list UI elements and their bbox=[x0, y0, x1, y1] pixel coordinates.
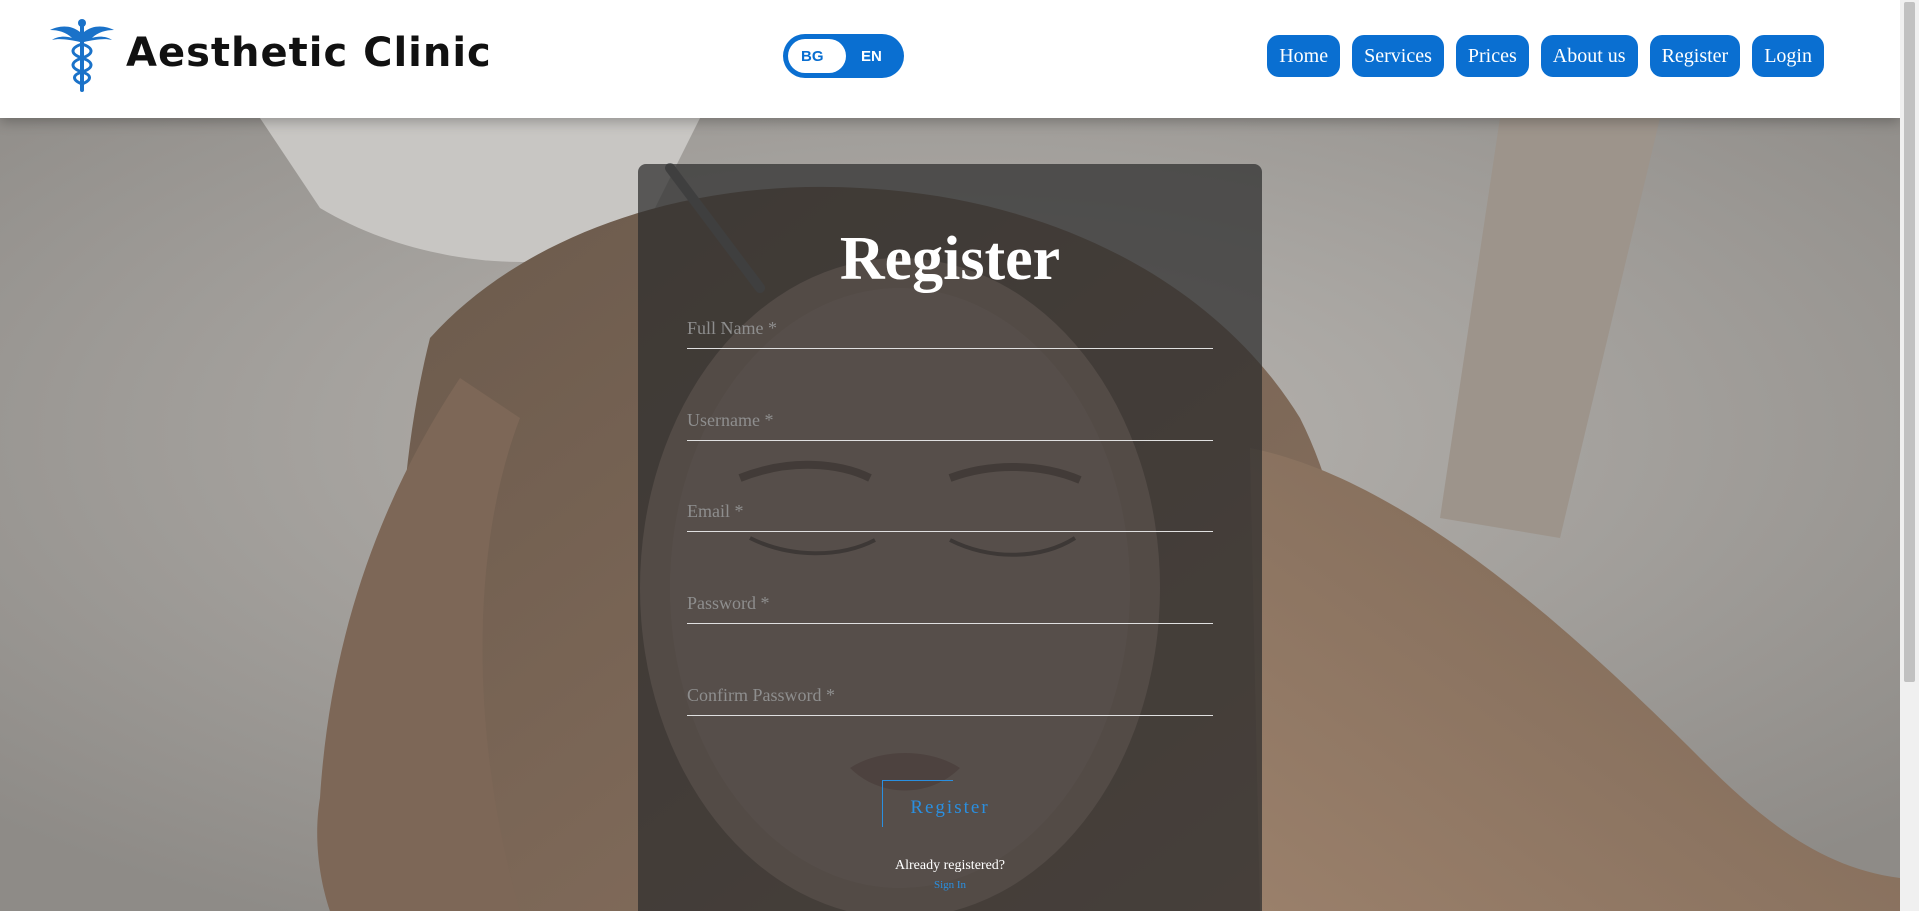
register-submit-button[interactable]: Register bbox=[882, 780, 1018, 826]
caduceus-logo-icon[interactable] bbox=[50, 18, 114, 94]
sign-in-link[interactable]: Sign In bbox=[638, 879, 1262, 891]
main-nav: Home Services Prices About us Register L… bbox=[1267, 35, 1824, 77]
brand-title: Aesthetic Clinic bbox=[126, 30, 492, 76]
nav-about-button[interactable]: About us bbox=[1540, 35, 1638, 77]
nav-services-button[interactable]: Services bbox=[1352, 35, 1444, 77]
language-toggle[interactable]: BG EN bbox=[783, 34, 904, 78]
email-field bbox=[687, 491, 1213, 532]
password-field bbox=[687, 583, 1213, 624]
nav-prices-button[interactable]: Prices bbox=[1455, 35, 1529, 77]
language-option-bg[interactable]: BG bbox=[801, 48, 824, 65]
register-card: Register Register Already registered? Si… bbox=[638, 164, 1262, 911]
register-submit-wrapper: Register bbox=[882, 780, 1018, 827]
register-title: Register bbox=[839, 225, 1061, 293]
username-input[interactable] bbox=[687, 400, 1213, 440]
username-field bbox=[687, 400, 1213, 441]
nav-home-button[interactable]: Home bbox=[1267, 35, 1341, 77]
password-input[interactable] bbox=[687, 583, 1213, 623]
language-option-en[interactable]: EN bbox=[861, 48, 882, 65]
scrollbar-thumb[interactable] bbox=[1904, 2, 1915, 682]
confirm-password-field bbox=[687, 675, 1213, 716]
confirm-password-input[interactable] bbox=[687, 675, 1213, 715]
nav-register-button[interactable]: Register bbox=[1649, 35, 1741, 77]
already-registered-text: Already registered? bbox=[895, 858, 1005, 873]
header: Aesthetic Clinic BG EN Home Services Pri… bbox=[0, 0, 1900, 118]
nav-login-button[interactable]: Login bbox=[1752, 35, 1824, 77]
full-name-field bbox=[687, 308, 1213, 349]
vertical-scrollbar[interactable] bbox=[1900, 0, 1919, 911]
page: Aesthetic Clinic BG EN Home Services Pri… bbox=[0, 0, 1919, 911]
email-input[interactable] bbox=[687, 491, 1213, 531]
full-name-input[interactable] bbox=[687, 308, 1213, 348]
